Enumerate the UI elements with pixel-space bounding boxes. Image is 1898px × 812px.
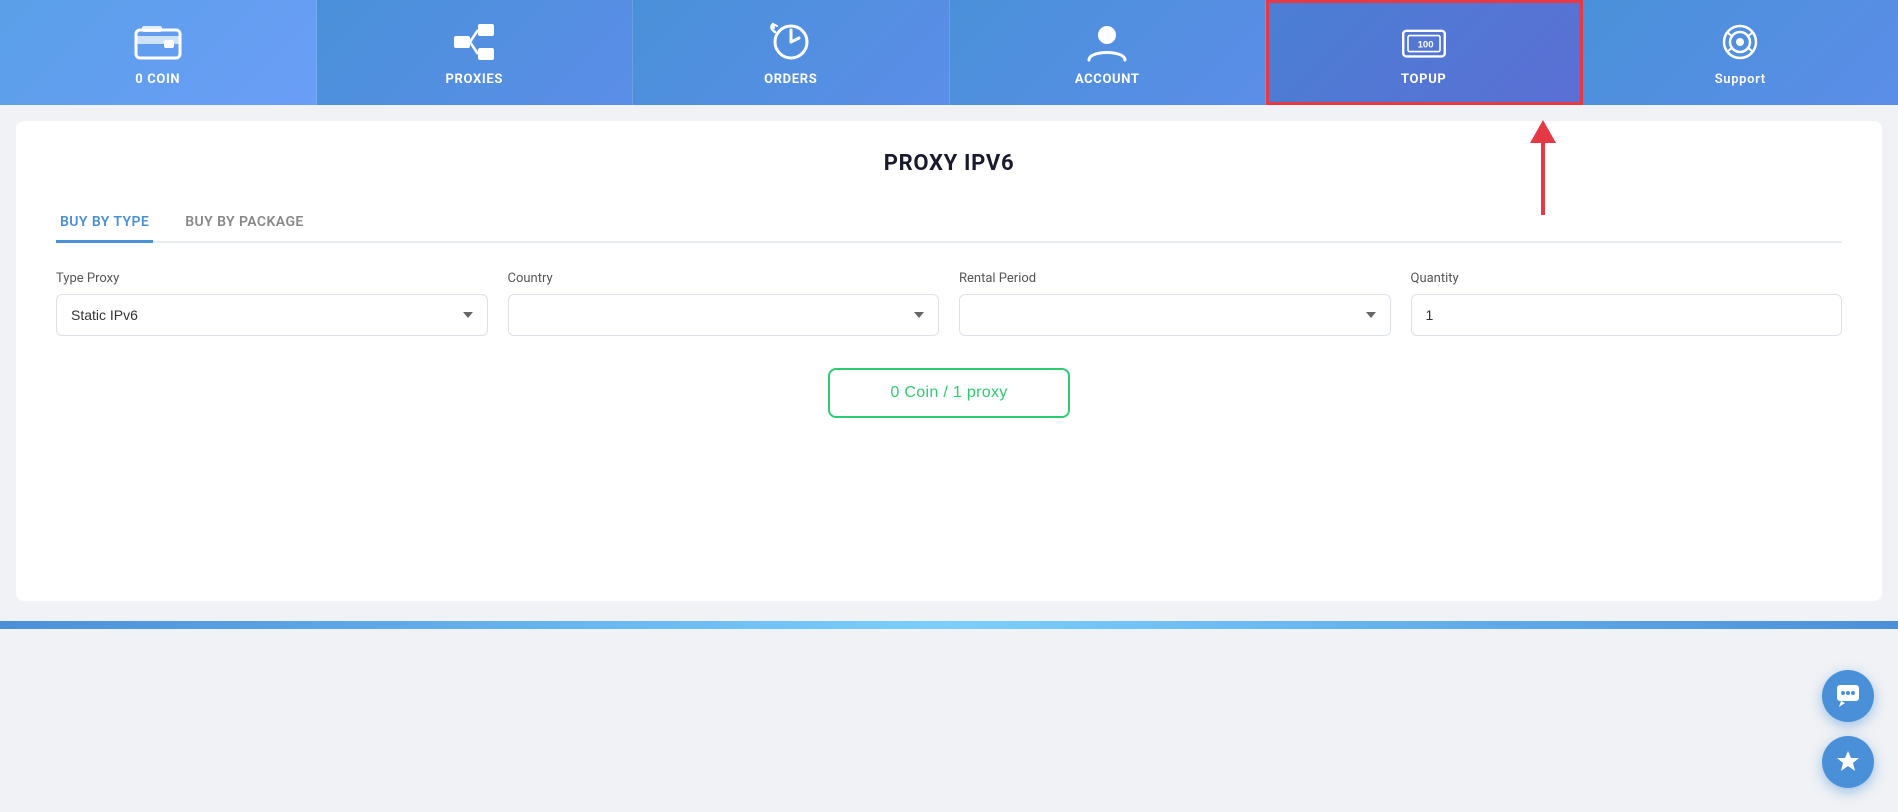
support-icon (1716, 22, 1764, 62)
svg-text:100: 100 (1417, 40, 1433, 51)
nav-item-account[interactable]: ACCOUNT (950, 0, 1267, 105)
country-label: Country (508, 271, 940, 286)
nav-item-topup[interactable]: 100 TOPUP (1266, 0, 1583, 105)
account-icon (1083, 22, 1131, 62)
nav-account-label: ACCOUNT (1075, 72, 1140, 87)
rental-period-select[interactable] (959, 294, 1391, 336)
country-select[interactable] (508, 294, 940, 336)
nav-item-support[interactable]: Support (1583, 0, 1898, 105)
star-icon (1835, 749, 1861, 775)
tab-bar: BUY BY TYPE BUY BY PACKAGE (56, 204, 1842, 243)
top-nav: 0 COIN PROXIES ORDERS ACCOUNT (0, 0, 1898, 105)
wallet-icon (134, 22, 182, 62)
proxies-icon (450, 22, 498, 62)
result-area: 0 Coin / 1 proxy (56, 368, 1842, 418)
nav-item-proxies[interactable]: PROXIES (317, 0, 634, 105)
form-row: Type Proxy Static IPv6 Country Rental Pe… (56, 271, 1842, 336)
page-title: PROXY IPV6 (56, 151, 1842, 176)
nav-coin-label: 0 COIN (135, 72, 180, 87)
result-button[interactable]: 0 Coin / 1 proxy (828, 368, 1069, 418)
main-content: PROXY IPV6 BUY BY TYPE BUY BY PACKAGE Ty… (16, 121, 1882, 601)
bottom-bar (0, 621, 1898, 629)
nav-item-orders[interactable]: ORDERS (633, 0, 950, 105)
type-proxy-select[interactable]: Static IPv6 (56, 294, 488, 336)
orders-icon (767, 22, 815, 62)
nav-proxies-label: PROXIES (446, 72, 503, 87)
rental-period-label: Rental Period (959, 271, 1391, 286)
nav-topup-label: TOPUP (1401, 72, 1446, 87)
quantity-field: Quantity (1411, 271, 1843, 336)
tab-buy-type[interactable]: BUY BY TYPE (56, 204, 153, 243)
nav-item-coin[interactable]: 0 COIN (0, 0, 317, 105)
chat-fab-button[interactable] (1822, 670, 1874, 722)
chat-icon (1835, 683, 1861, 709)
nav-orders-label: ORDERS (764, 72, 817, 87)
quantity-input[interactable] (1411, 294, 1843, 336)
quantity-label: Quantity (1411, 271, 1843, 286)
type-proxy-label: Type Proxy (56, 271, 488, 286)
type-proxy-field: Type Proxy Static IPv6 (56, 271, 488, 336)
rental-period-field: Rental Period (959, 271, 1391, 336)
country-field: Country (508, 271, 940, 336)
star-fab-button[interactable] (1822, 736, 1874, 788)
tab-buy-package[interactable]: BUY BY PACKAGE (181, 204, 307, 243)
nav-support-label: Support (1715, 72, 1766, 87)
topup-icon: 100 (1400, 22, 1448, 62)
